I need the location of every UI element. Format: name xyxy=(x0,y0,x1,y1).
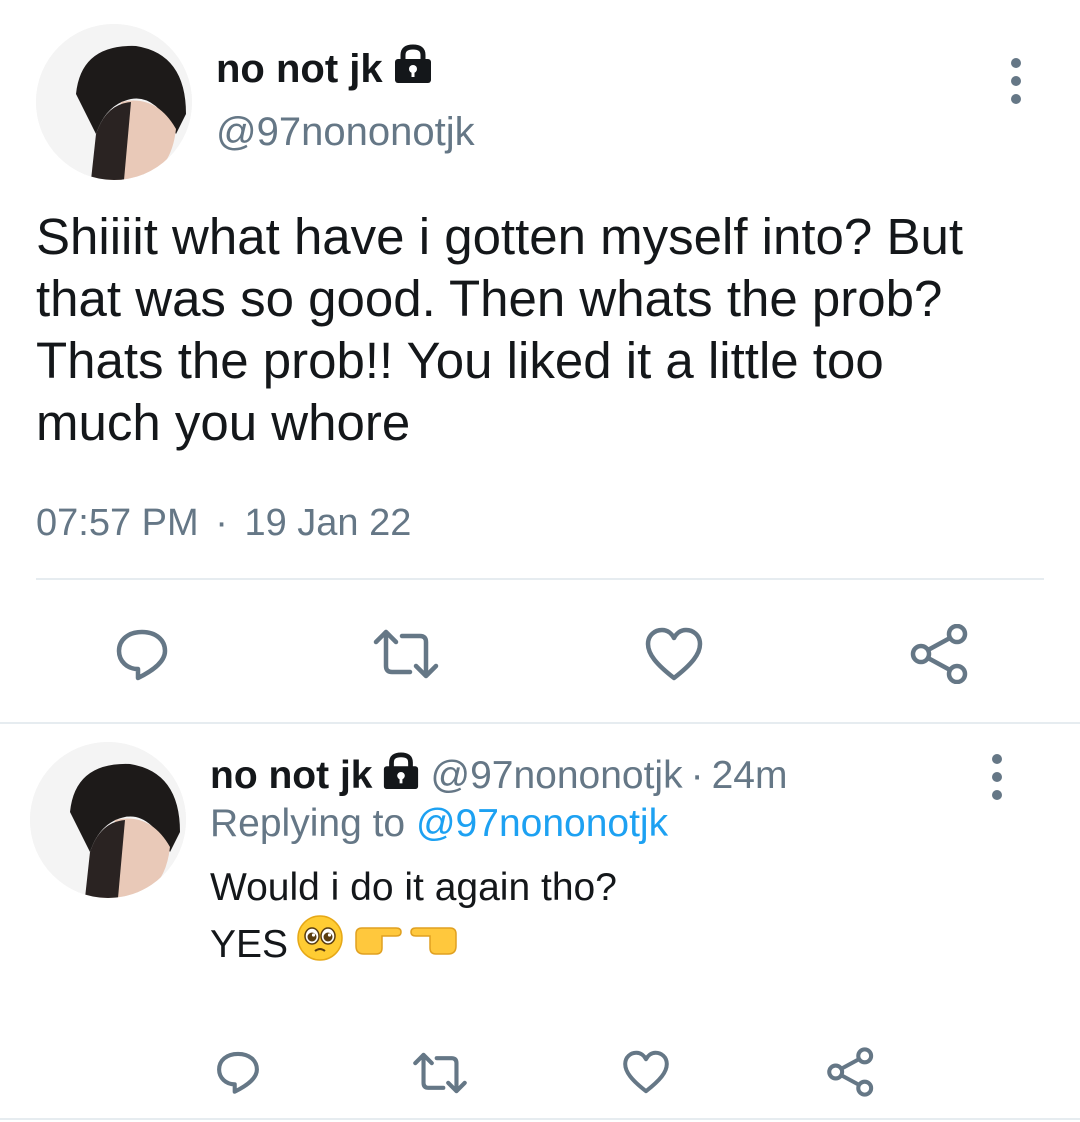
tweet-age[interactable]: 24m xyxy=(712,754,788,798)
like-button[interactable] xyxy=(642,622,706,686)
replying-to-label: Replying to xyxy=(210,802,406,845)
lock-icon xyxy=(380,752,422,800)
more-vertical-icon[interactable] xyxy=(992,754,1002,800)
reply-text-line: Would i do it again tho? xyxy=(210,866,617,909)
reply-button[interactable] xyxy=(212,1046,264,1098)
handle[interactable]: @97nononotjk xyxy=(216,110,475,155)
tweet-text: Shiiiit what have i gotten myself into? … xyxy=(36,206,1046,454)
retweet-icon xyxy=(413,1052,467,1094)
tweet-time: 07:57 PM xyxy=(36,502,199,544)
handle[interactable]: @97nononotjk xyxy=(430,754,682,798)
share-button[interactable] xyxy=(824,1044,878,1100)
separator: · xyxy=(690,754,704,797)
reply-text: Would i do it again tho? YES xyxy=(210,862,617,976)
tweet-date: 19 Jan 22 xyxy=(244,502,412,544)
avatar[interactable] xyxy=(30,742,186,898)
retweet-button[interactable] xyxy=(410,1048,470,1098)
heart-icon xyxy=(645,627,703,681)
replying-to: Replying to @97nononotjk xyxy=(210,802,668,846)
share-icon xyxy=(827,1047,874,1097)
pleading-face-emoji xyxy=(296,914,344,976)
reply-icon xyxy=(217,1051,259,1094)
more-vertical-icon[interactable] xyxy=(1011,58,1021,104)
tweet-text-line: Thats the prob!! You liked it a little t… xyxy=(36,332,884,389)
pointing-left-emoji xyxy=(410,918,460,972)
avatar[interactable] xyxy=(36,24,192,180)
share-button[interactable] xyxy=(906,620,974,688)
reply-button[interactable] xyxy=(110,622,174,686)
share-icon xyxy=(910,624,968,684)
divider xyxy=(0,722,1080,724)
display-name[interactable]: no not jk xyxy=(210,754,372,798)
divider xyxy=(36,578,1044,580)
reply-text-line: YES xyxy=(210,923,289,966)
timestamp[interactable]: 07:57 PM · 19 Jan 22 xyxy=(36,502,411,545)
divider xyxy=(0,1118,1080,1120)
retweet-button[interactable] xyxy=(370,622,442,686)
lock-icon xyxy=(391,44,435,94)
reply-header: no not jk @97nononotjk · 24m xyxy=(210,752,787,800)
reply-icon xyxy=(116,629,168,681)
retweet-icon xyxy=(373,629,439,679)
heart-icon xyxy=(623,1050,669,1094)
display-name[interactable]: no not jk xyxy=(216,47,383,92)
tweet-text-line: Shiiiit what have i gotten myself into? … xyxy=(36,208,963,265)
tweet-text-line: that was so good. Then whats the prob? xyxy=(36,270,943,327)
replying-to-handle[interactable]: @97nononotjk xyxy=(416,802,668,845)
like-button[interactable] xyxy=(620,1046,672,1098)
pointing-right-emoji xyxy=(352,918,402,972)
tweet-text-line: much you whore xyxy=(36,394,411,451)
separator: · xyxy=(215,502,228,544)
